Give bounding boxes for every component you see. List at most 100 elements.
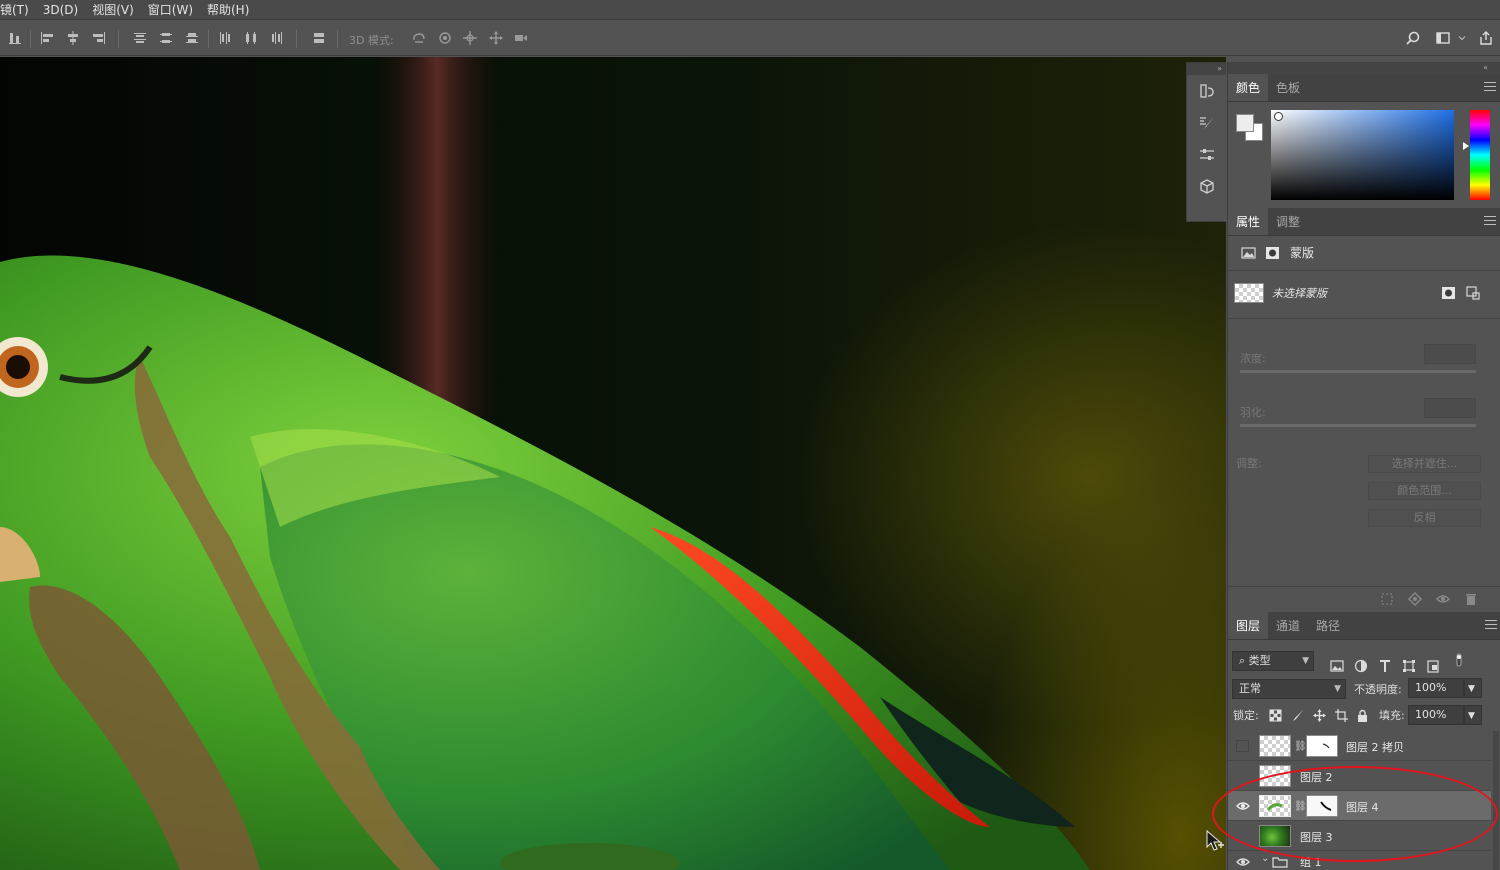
layer-row[interactable]: 图层 3 [1228,821,1491,851]
tab-channels[interactable]: 通道 [1268,612,1308,639]
align-left-edges-icon[interactable] [38,29,56,47]
align-bottom-icon[interactable] [6,29,24,47]
fill-label: 填充: [1379,709,1405,722]
panel-menu-icon[interactable] [1484,216,1496,226]
opacity-dropdown[interactable]: ▼ [1464,678,1482,698]
hue-slider-handle[interactable] [1463,142,1469,150]
delete-mask-icon[interactable] [1464,592,1478,606]
opacity-input[interactable]: 100% [1408,678,1464,698]
dock-collapse-bar[interactable]: « [1228,62,1500,74]
layers-scrollbar[interactable] [1493,731,1499,870]
layer-name[interactable]: 图层 2 拷贝 [1346,739,1404,755]
align-horizontal-centers-icon[interactable] [64,29,82,47]
menu-window[interactable]: 窗口(W) [141,1,200,18]
lock-artboard-icon[interactable] [1334,708,1348,722]
visibility-toggle[interactable] [1236,770,1249,782]
layer-row[interactable]: ⛓ 图层 4 [1228,791,1491,821]
distribute-bottom-icon[interactable] [183,29,201,47]
workspace-icon[interactable] [1434,29,1452,47]
roll-3d-icon[interactable] [436,29,454,47]
chevron-down-icon[interactable]: ⌄ [1261,853,1269,864]
lock-transparent-icon[interactable] [1268,708,1282,722]
menu-view[interactable]: 视图(V) [85,1,141,18]
add-vector-mask-icon[interactable] [1465,286,1481,300]
brush-settings-icon[interactable] [1187,107,1226,139]
tab-properties[interactable]: 属性 [1228,208,1269,235]
eye-icon[interactable] [1236,800,1250,812]
load-selection-icon[interactable] [1380,592,1394,606]
layer-filter-kind-select[interactable]: ⌕ 类型 ▼ [1232,651,1314,671]
lock-position-icon[interactable] [1312,708,1326,722]
visibility-toggle[interactable] [1236,740,1249,752]
filter-adjustment-icon[interactable] [1353,658,1369,674]
layer-thumbnail [1259,765,1291,787]
slide-3d-icon[interactable] [487,29,505,47]
vector-mask-icon[interactable] [1264,246,1280,260]
apply-mask-icon[interactable] [1408,592,1422,606]
collapse-strip-button[interactable]: » [1187,63,1226,75]
3d-cube-icon[interactable] [1187,171,1226,203]
select-and-mask-button[interactable]: 选择并遮住... [1368,455,1481,473]
panel-menu-icon[interactable] [1485,620,1497,630]
scale-3d-icon[interactable] [512,29,530,47]
tab-swatches[interactable]: 色板 [1268,74,1308,101]
invert-button[interactable]: 反相 [1368,509,1481,527]
blend-mode-select[interactable]: 正常 ▼ [1232,679,1346,699]
color-range-button[interactable]: 颜色范围... [1368,482,1481,500]
filter-search-icon: ⌕ [1239,654,1246,667]
link-chain-icon[interactable]: ⛓ [1294,801,1307,812]
tab-adjustments[interactable]: 调整 [1268,208,1308,235]
menu-3d[interactable]: 3D(D) [36,3,85,17]
panel-menu-icon[interactable] [1484,82,1496,92]
rotate-3d-icon[interactable] [410,29,428,47]
document-canvas[interactable] [0,57,1226,870]
distribute-right-icon[interactable] [268,29,286,47]
layer-mask-thumbnail[interactable] [1306,795,1338,817]
visibility-eye-icon[interactable] [1436,592,1450,606]
hue-slider[interactable] [1470,110,1490,200]
foreground-color-swatch[interactable] [1236,114,1254,132]
layer-row[interactable]: ⛓ 图层 2 拷贝 [1228,731,1491,761]
search-icon[interactable] [1404,29,1422,47]
filter-shape-icon[interactable] [1401,658,1417,674]
distribute-horizontal-centers-icon[interactable] [242,29,260,47]
tab-paths[interactable]: 路径 [1308,612,1348,639]
history-icon[interactable] [1187,75,1226,107]
group-row[interactable]: ⌄ 组 1 [1228,851,1491,870]
group-name[interactable]: 组 1 [1300,854,1322,870]
adjustments-icon[interactable] [1187,139,1226,171]
distribute-left-icon[interactable] [216,29,234,47]
filter-pixel-icon[interactable] [1329,658,1345,674]
link-chain-icon[interactable]: ⛓ [1294,741,1307,752]
layer-name[interactable]: 图层 2 [1300,769,1333,785]
drag-3d-icon[interactable] [461,29,479,47]
distribute-vertical-centers-icon[interactable] [157,29,175,47]
visibility-toggle[interactable] [1236,830,1249,842]
distribute-top-icon[interactable] [131,29,149,47]
align-right-edges-icon[interactable] [90,29,108,47]
chevron-down-icon[interactable] [1456,29,1468,47]
fill-input[interactable]: 100% [1408,705,1464,725]
add-pixel-mask-icon[interactable] [1440,286,1456,300]
color-field[interactable] [1271,110,1454,200]
tab-color[interactable]: 颜色 [1228,74,1269,101]
filter-type-icon[interactable] [1377,658,1393,674]
filter-smart-object-icon[interactable] [1425,658,1441,674]
pixel-mask-icon[interactable] [1240,246,1256,260]
menu-help[interactable]: 帮助(H) [200,1,256,18]
layer-mask-thumbnail[interactable] [1306,735,1338,757]
menu-filter[interactable]: 镜(T) [0,1,36,18]
share-icon[interactable] [1477,29,1495,47]
layer-name[interactable]: 图层 4 [1346,799,1379,815]
lock-pixels-icon[interactable] [1290,708,1304,722]
color-picker-handle[interactable] [1274,112,1283,121]
lock-all-icon[interactable] [1355,708,1369,722]
auto-align-icon[interactable] [310,29,328,47]
fill-dropdown[interactable]: ▼ [1464,705,1482,725]
eye-icon[interactable] [1236,856,1250,868]
layer-row[interactable]: 图层 2 [1228,761,1491,791]
layer-name[interactable]: 图层 3 [1300,829,1333,845]
tab-layers[interactable]: 图层 [1228,612,1269,639]
color-panel-tabs: 颜色 色板 [1228,74,1500,102]
filter-toggle-icon[interactable] [1451,652,1467,668]
